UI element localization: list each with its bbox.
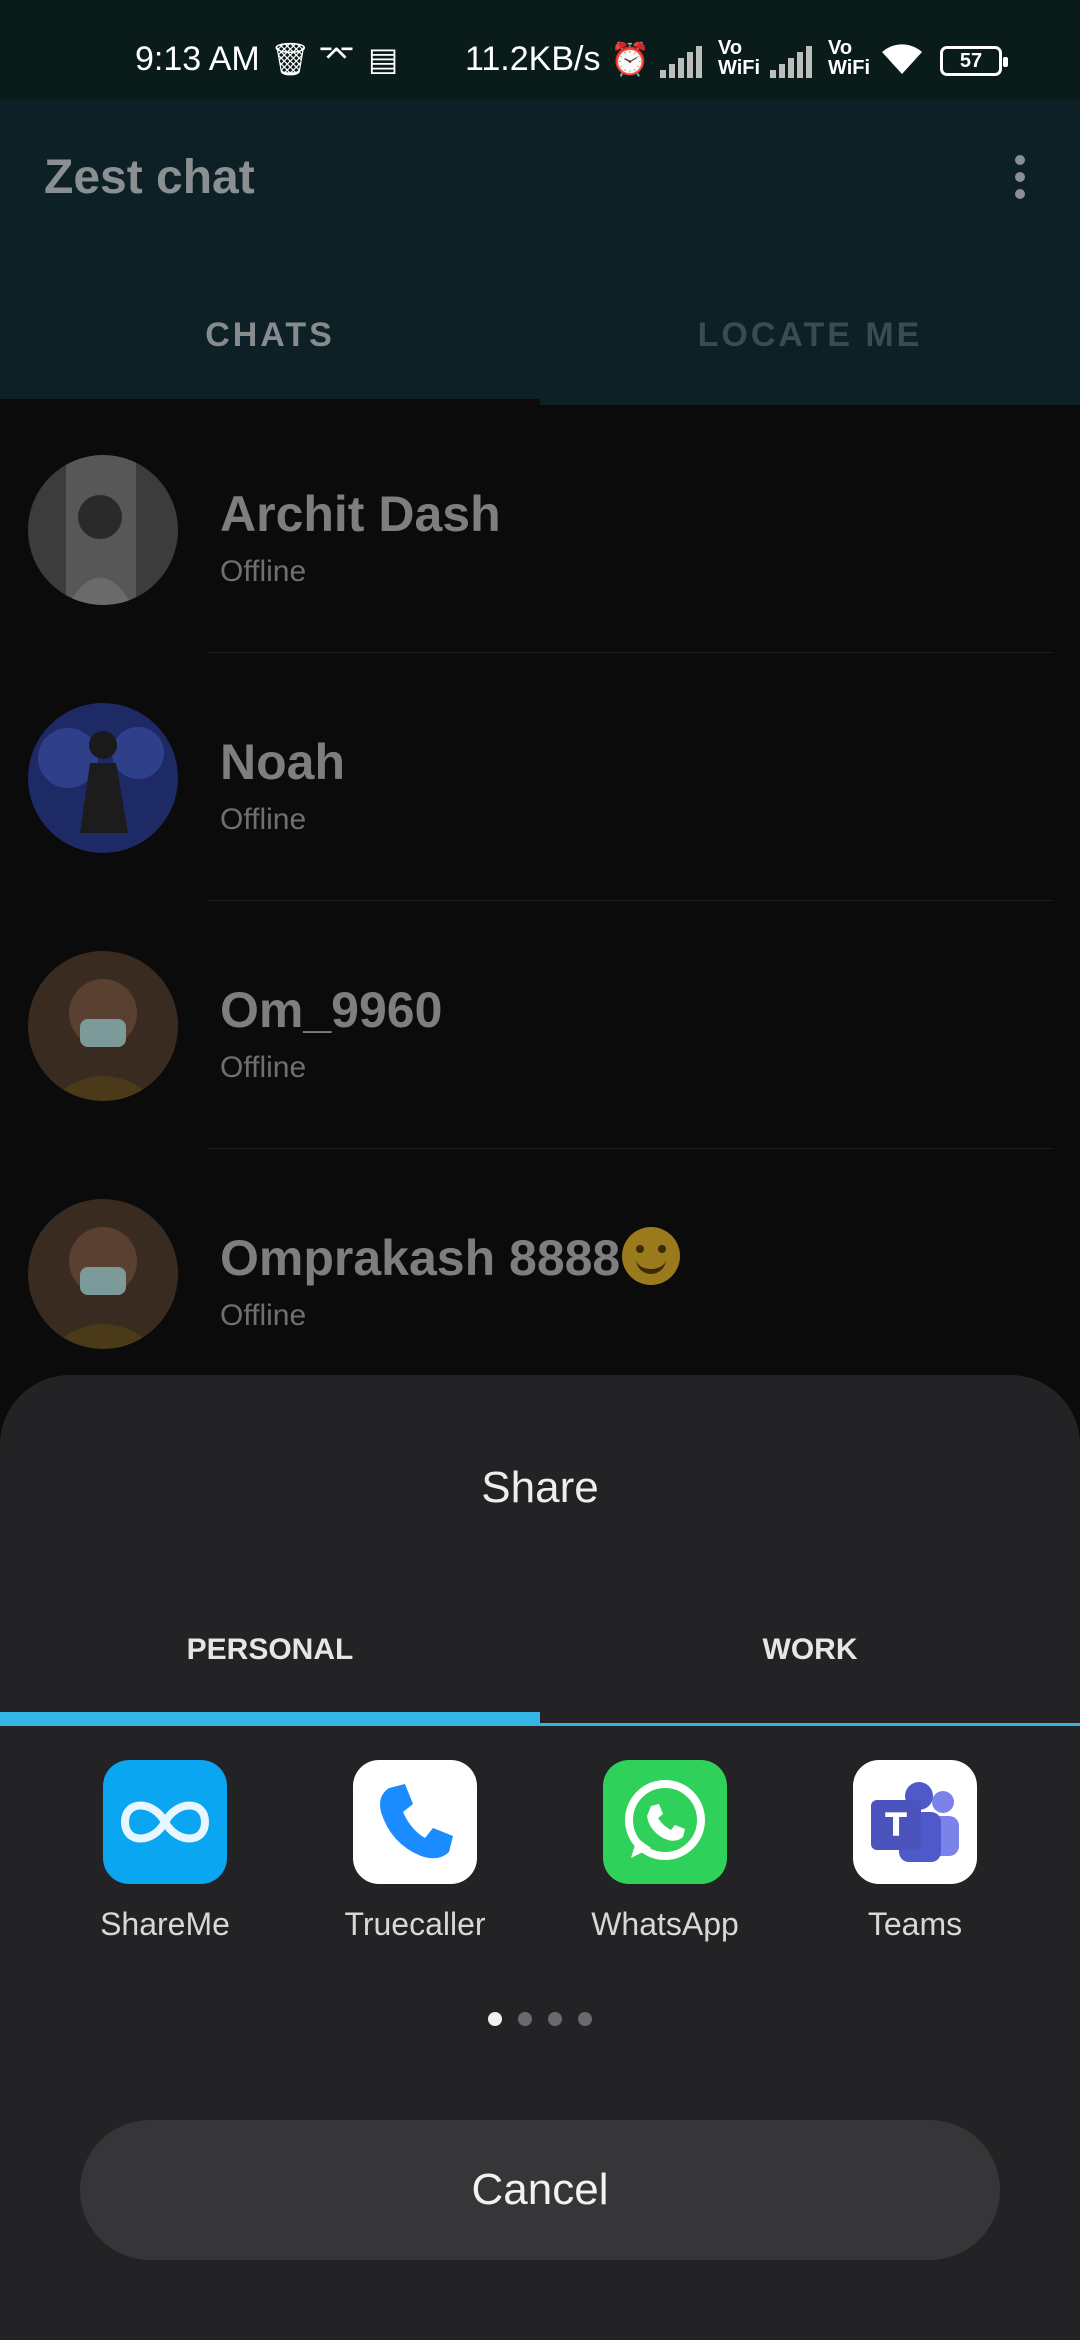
chat-name-text: Omprakash 8888 (220, 1230, 621, 1286)
share-target-truecaller[interactable]: Truecaller (290, 1760, 540, 1943)
share-target-shareme[interactable]: ShareMe (40, 1760, 290, 1943)
chat-status: Offline (220, 1051, 307, 1084)
tab-personal[interactable]: PERSONAL (0, 1615, 540, 1725)
signal-strength-icon (770, 44, 816, 78)
shareme-icon (103, 1760, 227, 1884)
network-speed: 11.2KB/s (465, 40, 601, 78)
signal-strength-icon (660, 44, 706, 78)
alarm-icon: ⏰ (610, 41, 650, 77)
status-bar: 9:13 AM 🗑 ⌤ ▤ 11.2KB/s ⏰ Vo WiFi Vo WiFi… (0, 0, 1080, 100)
chat-list: Archit Dash Offline Noah Offline Om_9960… (0, 405, 1080, 1405)
wifi-icon (878, 40, 926, 84)
vowifi-indicator: Vo WiFi (828, 37, 871, 79)
app-bar: Zest chat CHATS LOCATE ME (0, 100, 1080, 405)
chat-row[interactable]: Noah Offline (0, 653, 1080, 901)
tab-chats[interactable]: CHATS (0, 295, 540, 405)
whatsapp-icon (603, 1760, 727, 1884)
share-target-whatsapp[interactable]: WhatsApp (540, 1760, 790, 1943)
share-target-label: Teams (867, 1906, 963, 1942)
tab-work[interactable]: WORK (540, 1615, 1080, 1725)
chat-status: Offline (220, 555, 307, 588)
avatar (28, 951, 178, 1101)
share-target-label: ShareMe (100, 1906, 230, 1942)
truecaller-icon (353, 1760, 477, 1884)
sim-card-icon: ▤ (368, 41, 399, 77)
app-title: Zest chat (44, 151, 255, 204)
chat-row[interactable]: Om_9960 Offline (0, 901, 1080, 1149)
tab-locate-me[interactable]: LOCATE ME (540, 295, 1080, 405)
chat-row[interactable]: Archit Dash Offline (0, 405, 1080, 653)
tab-indicator-active (0, 1712, 540, 1725)
avatar (28, 1199, 178, 1349)
svg-text:T: T (885, 1806, 907, 1844)
amazon-notification-icon: ⌤ (318, 37, 355, 73)
trash-notification-icon: 🗑 (270, 41, 311, 77)
chat-status: Offline (220, 1299, 307, 1332)
chat-name: Omprakash 8888 (220, 1226, 681, 1291)
chat-status: Offline (220, 803, 307, 836)
page-dot[interactable] (488, 2012, 502, 2026)
chat-row[interactable]: Omprakash 8888 Offline (0, 1149, 1080, 1397)
cancel-button[interactable]: Cancel (80, 2120, 1000, 2260)
battery-indicator: 57 (940, 46, 1008, 76)
page-dot[interactable] (518, 2012, 532, 2026)
main-tabs: CHATS LOCATE ME (0, 295, 1080, 405)
share-target-label: WhatsApp (591, 1906, 739, 1942)
share-target-label: Truecaller (344, 1906, 486, 1942)
smiling-face-emoji-icon (622, 1226, 681, 1285)
avatar (28, 703, 178, 853)
avatar (28, 455, 178, 605)
share-sheet: Share PERSONAL WORK ShareMe Truecaller W… (0, 1375, 1080, 2340)
share-sheet-title: Share (481, 1463, 599, 1512)
share-app-grid: ShareMe Truecaller WhatsApp T Teams (0, 1735, 1080, 1942)
vowifi-indicator: Vo WiFi (718, 37, 761, 79)
page-dot[interactable] (548, 2012, 562, 2026)
chat-name: Archit Dash (220, 486, 501, 542)
share-sheet-tabs: PERSONAL WORK (0, 1615, 1080, 1725)
chat-name: Om_9960 (220, 982, 443, 1038)
status-time: 9:13 AM (135, 40, 260, 78)
more-options-icon[interactable] (1010, 155, 1030, 205)
share-target-teams[interactable]: T Teams (790, 1760, 1040, 1943)
page-indicator (0, 2012, 1080, 2031)
page-dot[interactable] (578, 2012, 592, 2026)
chat-name: Noah (220, 734, 345, 790)
teams-icon: T (853, 1760, 977, 1884)
